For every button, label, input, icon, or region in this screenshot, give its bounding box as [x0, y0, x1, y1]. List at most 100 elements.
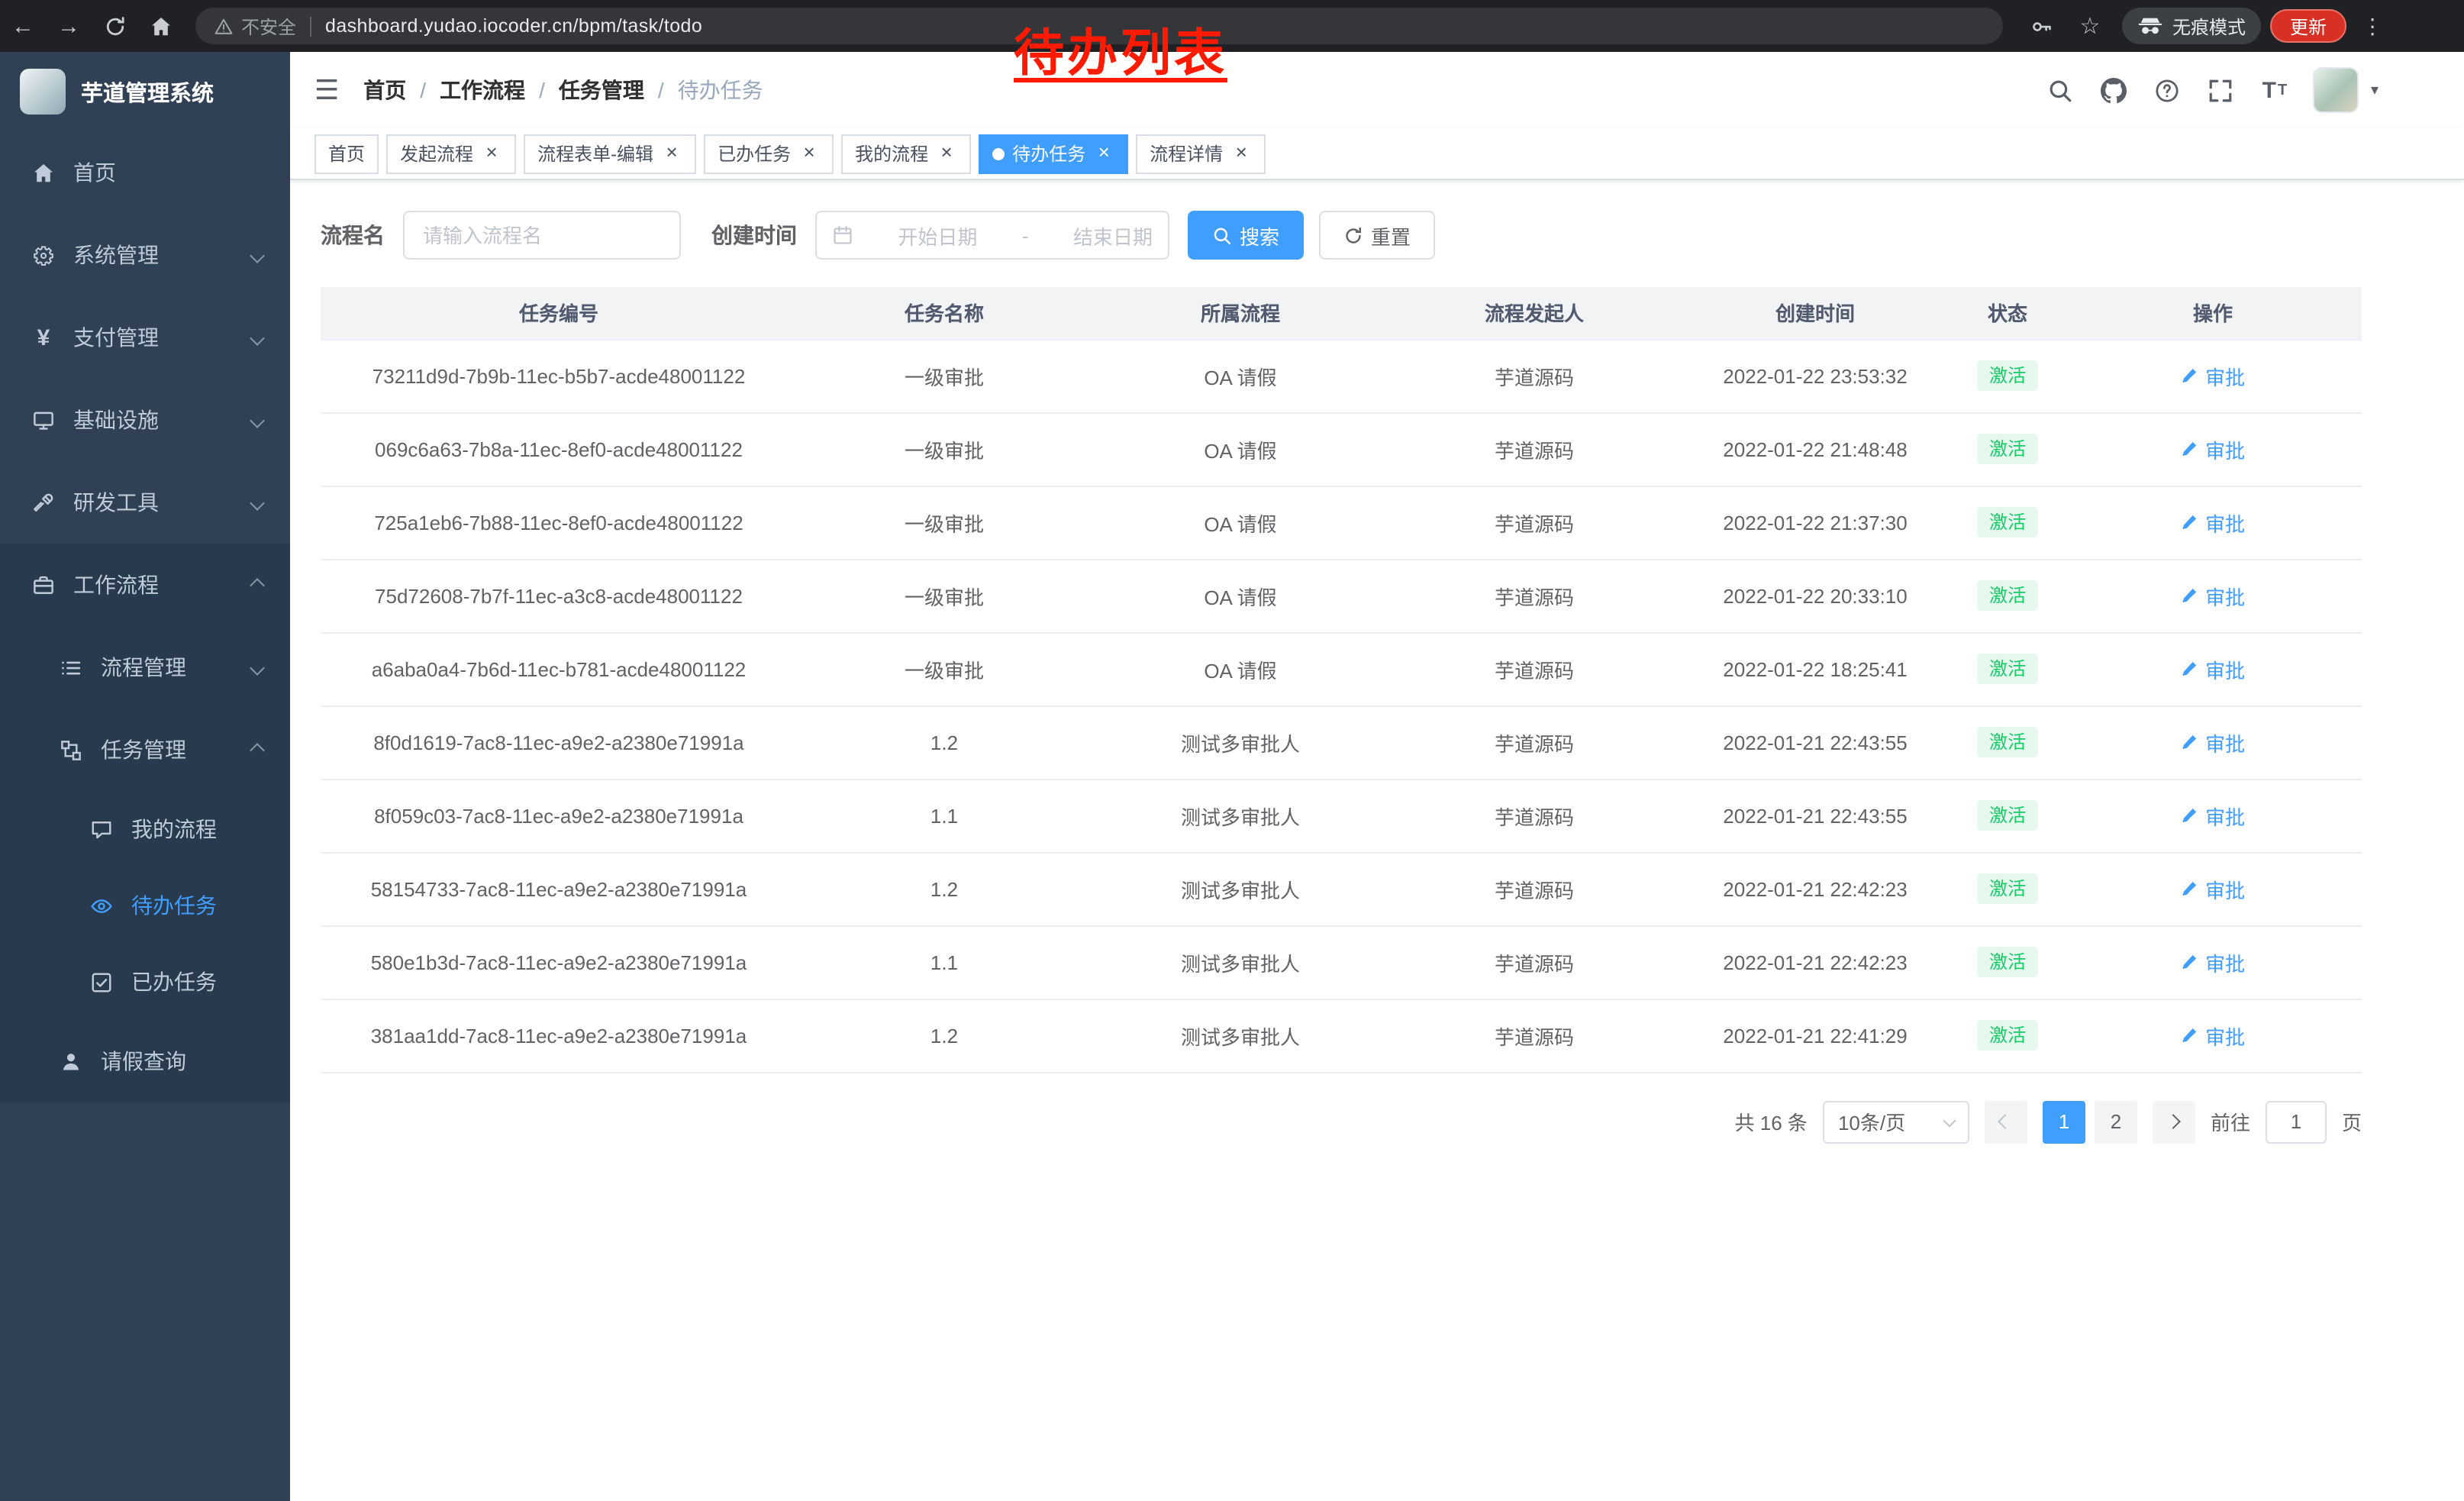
breadcrumb-item[interactable]: 工作流程: [440, 75, 525, 105]
browser-home-icon[interactable]: [137, 15, 183, 37]
caret-down-icon[interactable]: ▾: [2371, 82, 2379, 98]
url-text[interactable]: dashboard.yudao.iocoder.cn/bpm/task/todo: [325, 15, 702, 37]
start-date-input[interactable]: 开始日期: [898, 221, 977, 250]
bookmark-star-icon[interactable]: ☆: [2067, 12, 2113, 40]
search-button[interactable]: 搜索: [1188, 211, 1304, 260]
fullscreen-icon[interactable]: [2206, 75, 2237, 105]
goto-page-input[interactable]: [2266, 1100, 2327, 1143]
end-date-input[interactable]: 结束日期: [1073, 221, 1153, 250]
task-name-cell: 一级审批: [797, 632, 1092, 705]
page-button-1[interactable]: 1: [2043, 1100, 2085, 1143]
reset-button[interactable]: 重置: [1319, 211, 1435, 260]
chat-icon: [89, 818, 114, 841]
breadcrumb-item[interactable]: 首页: [363, 75, 406, 105]
tab-已办任务[interactable]: 已办任务×: [704, 134, 834, 173]
approve-link[interactable]: 审批: [2181, 947, 2245, 976]
tab-流程详情[interactable]: 流程详情 ×: [1136, 134, 1266, 173]
table-row: 75d72608-7b7f-11ec-a3c8-acde48001122一级审批…: [321, 559, 2362, 632]
sidebar-item-label: 工作流程: [73, 570, 159, 600]
sidebar-item-label: 我的流程: [131, 814, 217, 844]
task-name-cell: 一级审批: [797, 339, 1092, 412]
github-icon[interactable]: [2099, 75, 2130, 105]
task-name-cell: 1.2: [797, 852, 1092, 925]
tab-我的流程[interactable]: 我的流程×: [841, 134, 971, 173]
update-button[interactable]: 更新: [2270, 9, 2346, 43]
status-badge: 激活: [1977, 1020, 2038, 1051]
date-range-picker[interactable]: 开始日期 - 结束日期: [815, 211, 1169, 260]
sidebar-item-label: 流程管理: [101, 652, 186, 683]
approve-link[interactable]: 审批: [2181, 654, 2245, 683]
approve-link[interactable]: 审批: [2181, 581, 2245, 610]
approve-link[interactable]: 审批: [2181, 508, 2245, 537]
date-separator: -: [1022, 224, 1029, 247]
page-button-2[interactable]: 2: [2095, 1100, 2137, 1143]
security-label[interactable]: 不安全: [241, 13, 296, 39]
user-icon: [58, 1050, 84, 1073]
close-icon[interactable]: ×: [1230, 143, 1252, 164]
close-icon[interactable]: ×: [661, 143, 682, 164]
tab-待办任务[interactable]: 待办任务×: [979, 134, 1128, 173]
sidebar-item-leave-query[interactable]: 请假查询: [0, 1020, 290, 1102]
sidebar-item-task-mgmt[interactable]: 任务管理: [0, 709, 290, 791]
process-cell: OA 请假: [1092, 632, 1389, 705]
column-header: 任务编号: [321, 287, 797, 339]
approve-link[interactable]: 审批: [2181, 801, 2245, 830]
tab-发起流程[interactable]: 发起流程×: [386, 134, 516, 173]
tab-label: 流程详情: [1150, 140, 1223, 166]
prev-page-button[interactable]: [1985, 1100, 2027, 1143]
sidebar-item-process-mgmt[interactable]: 流程管理: [0, 626, 290, 709]
task-name-cell: 1.1: [797, 925, 1092, 999]
monitor-icon: [31, 408, 56, 431]
refresh-icon[interactable]: [92, 15, 137, 37]
back-icon[interactable]: ←: [0, 13, 46, 39]
process-name-input[interactable]: [403, 211, 681, 260]
task-name-cell: 1.2: [797, 999, 1092, 1072]
page-size-select[interactable]: 10条/页: [1823, 1100, 1969, 1143]
tab-首页[interactable]: 首页: [314, 134, 379, 173]
search-icon[interactable]: [2046, 75, 2076, 105]
toolbox-icon: [31, 491, 56, 514]
chevron-down-icon: [250, 412, 265, 428]
edit-icon: [2181, 586, 2199, 605]
approve-link[interactable]: 审批: [2181, 434, 2245, 463]
sidebar-item-label: 待办任务: [131, 890, 217, 921]
sidebar-item-todo-task[interactable]: 待办任务: [0, 867, 290, 944]
approve-link[interactable]: 审批: [2181, 361, 2245, 390]
next-page-button[interactable]: [2153, 1100, 2195, 1143]
close-icon[interactable]: ×: [798, 143, 820, 164]
font-size-icon[interactable]: TT: [2259, 75, 2290, 105]
close-icon[interactable]: ×: [936, 143, 957, 164]
forward-icon[interactable]: →: [46, 13, 92, 39]
breadcrumb-item[interactable]: 任务管理: [559, 75, 644, 105]
sidebar-item-system[interactable]: 系统管理: [0, 214, 290, 296]
approve-link[interactable]: 审批: [2181, 874, 2245, 903]
breadcrumb-item: 待办任务: [678, 75, 763, 105]
sidebar-item-workflow[interactable]: 工作流程: [0, 544, 290, 626]
sidebar-item-done-task[interactable]: 已办任务: [0, 944, 290, 1020]
sidebar-item-my-process[interactable]: 我的流程: [0, 791, 290, 867]
approve-link-label: 审批: [2205, 1021, 2245, 1050]
refresh-icon: [1343, 225, 1363, 245]
help-icon[interactable]: [2153, 75, 2183, 105]
sidebar-item-label: 任务管理: [101, 734, 186, 765]
status-badge: 激活: [1977, 947, 2038, 977]
hamburger-icon[interactable]: ☰: [314, 74, 339, 106]
browser-menu-icon[interactable]: ⋮: [2350, 13, 2395, 39]
sidebar-item-infra[interactable]: 基础设施: [0, 379, 290, 461]
edit-icon: [2181, 953, 2199, 971]
approve-link[interactable]: 审批: [2181, 728, 2245, 757]
approve-link[interactable]: 审批: [2181, 1021, 2245, 1050]
user-avatar[interactable]: [2313, 67, 2359, 113]
sidebar-item-home[interactable]: 首页: [0, 131, 290, 214]
created-cell: 2022-01-22 21:48:48: [1679, 412, 1951, 486]
key-icon[interactable]: [2018, 15, 2064, 37]
close-icon[interactable]: ×: [1093, 143, 1114, 164]
table-row: a6aba0a4-7b6d-11ec-b781-acde48001122一级审批…: [321, 632, 2362, 705]
tab-流程表单-编辑[interactable]: 流程表单-编辑×: [524, 134, 696, 173]
sidebar-item-label: 支付管理: [73, 322, 159, 353]
app-logo[interactable]: 芋道管理系统: [0, 52, 290, 131]
sidebar-item-payment[interactable]: ¥支付管理: [0, 296, 290, 379]
checksquare-icon: [89, 970, 114, 993]
sidebar-item-devtools[interactable]: 研发工具: [0, 461, 290, 544]
close-icon[interactable]: ×: [481, 143, 502, 164]
